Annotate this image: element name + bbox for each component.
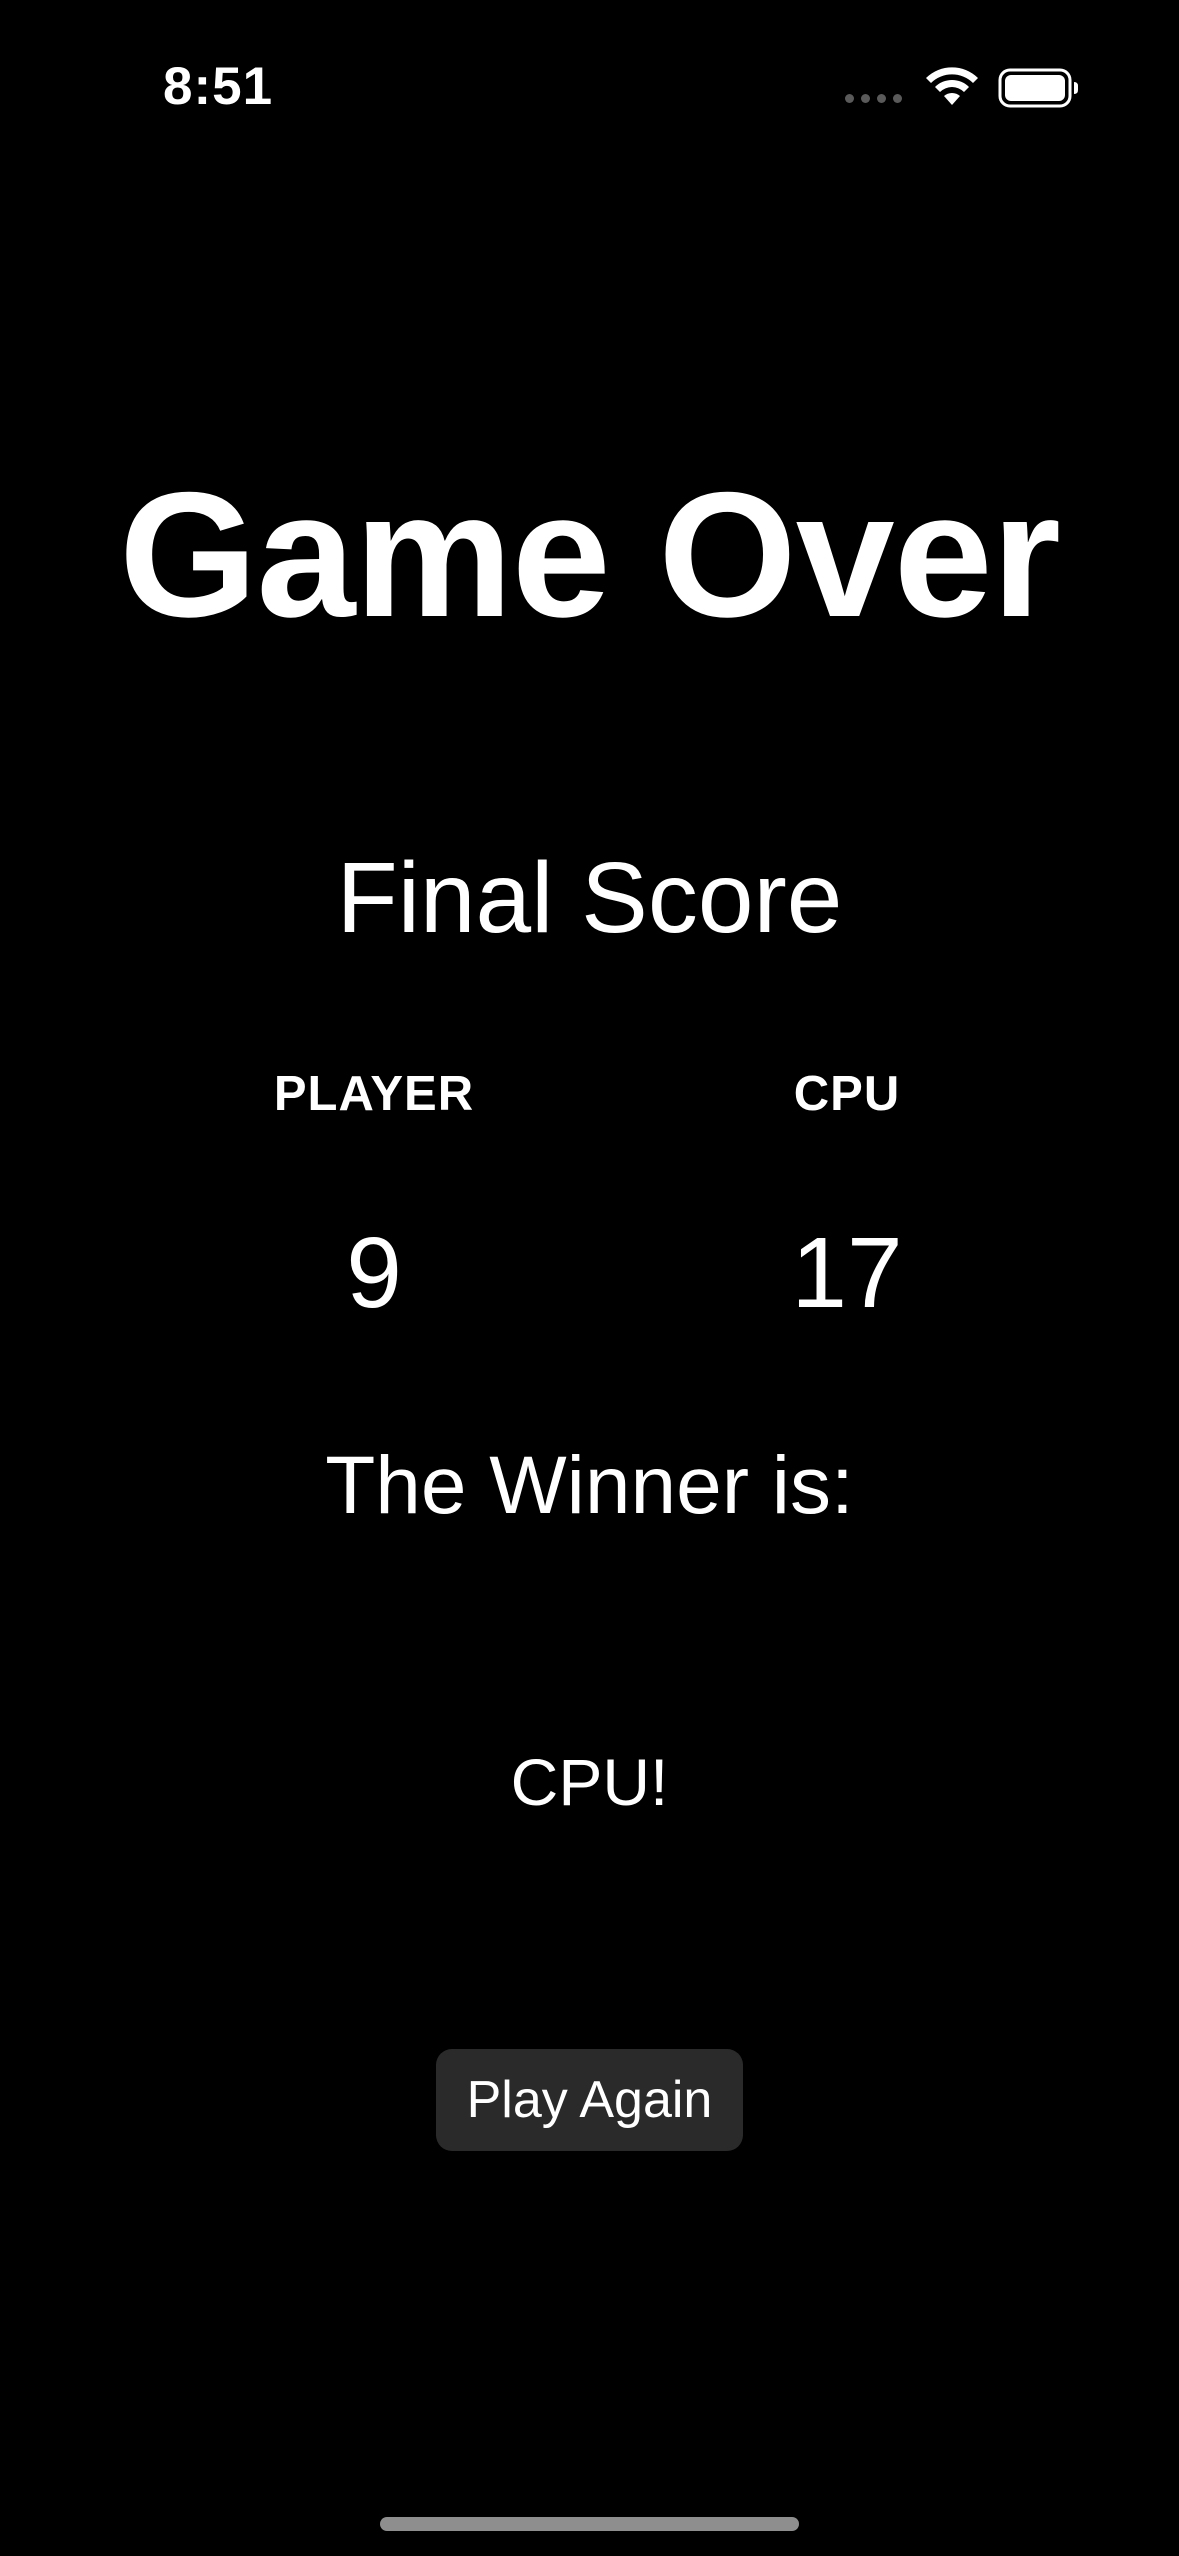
player-label: PLAYER — [273, 1067, 475, 1121]
play-again-button[interactable]: Play Again — [436, 2049, 743, 2151]
signal-dots-icon — [845, 94, 902, 103]
wifi-icon — [926, 67, 978, 105]
winner-value: CPU! — [510, 1745, 669, 1819]
cpu-label: CPU — [793, 1067, 901, 1121]
home-indicator[interactable] — [380, 2517, 799, 2531]
status-time: 8:51 — [163, 57, 274, 116]
cpu-score: 17 — [791, 1217, 903, 1329]
battery-icon — [998, 68, 1078, 108]
game-over-title: Game Over — [119, 455, 1061, 654]
final-score-heading: Final Score — [336, 842, 843, 954]
winner-label: The Winner is: — [325, 1440, 854, 1531]
player-score: 9 — [346, 1217, 402, 1329]
